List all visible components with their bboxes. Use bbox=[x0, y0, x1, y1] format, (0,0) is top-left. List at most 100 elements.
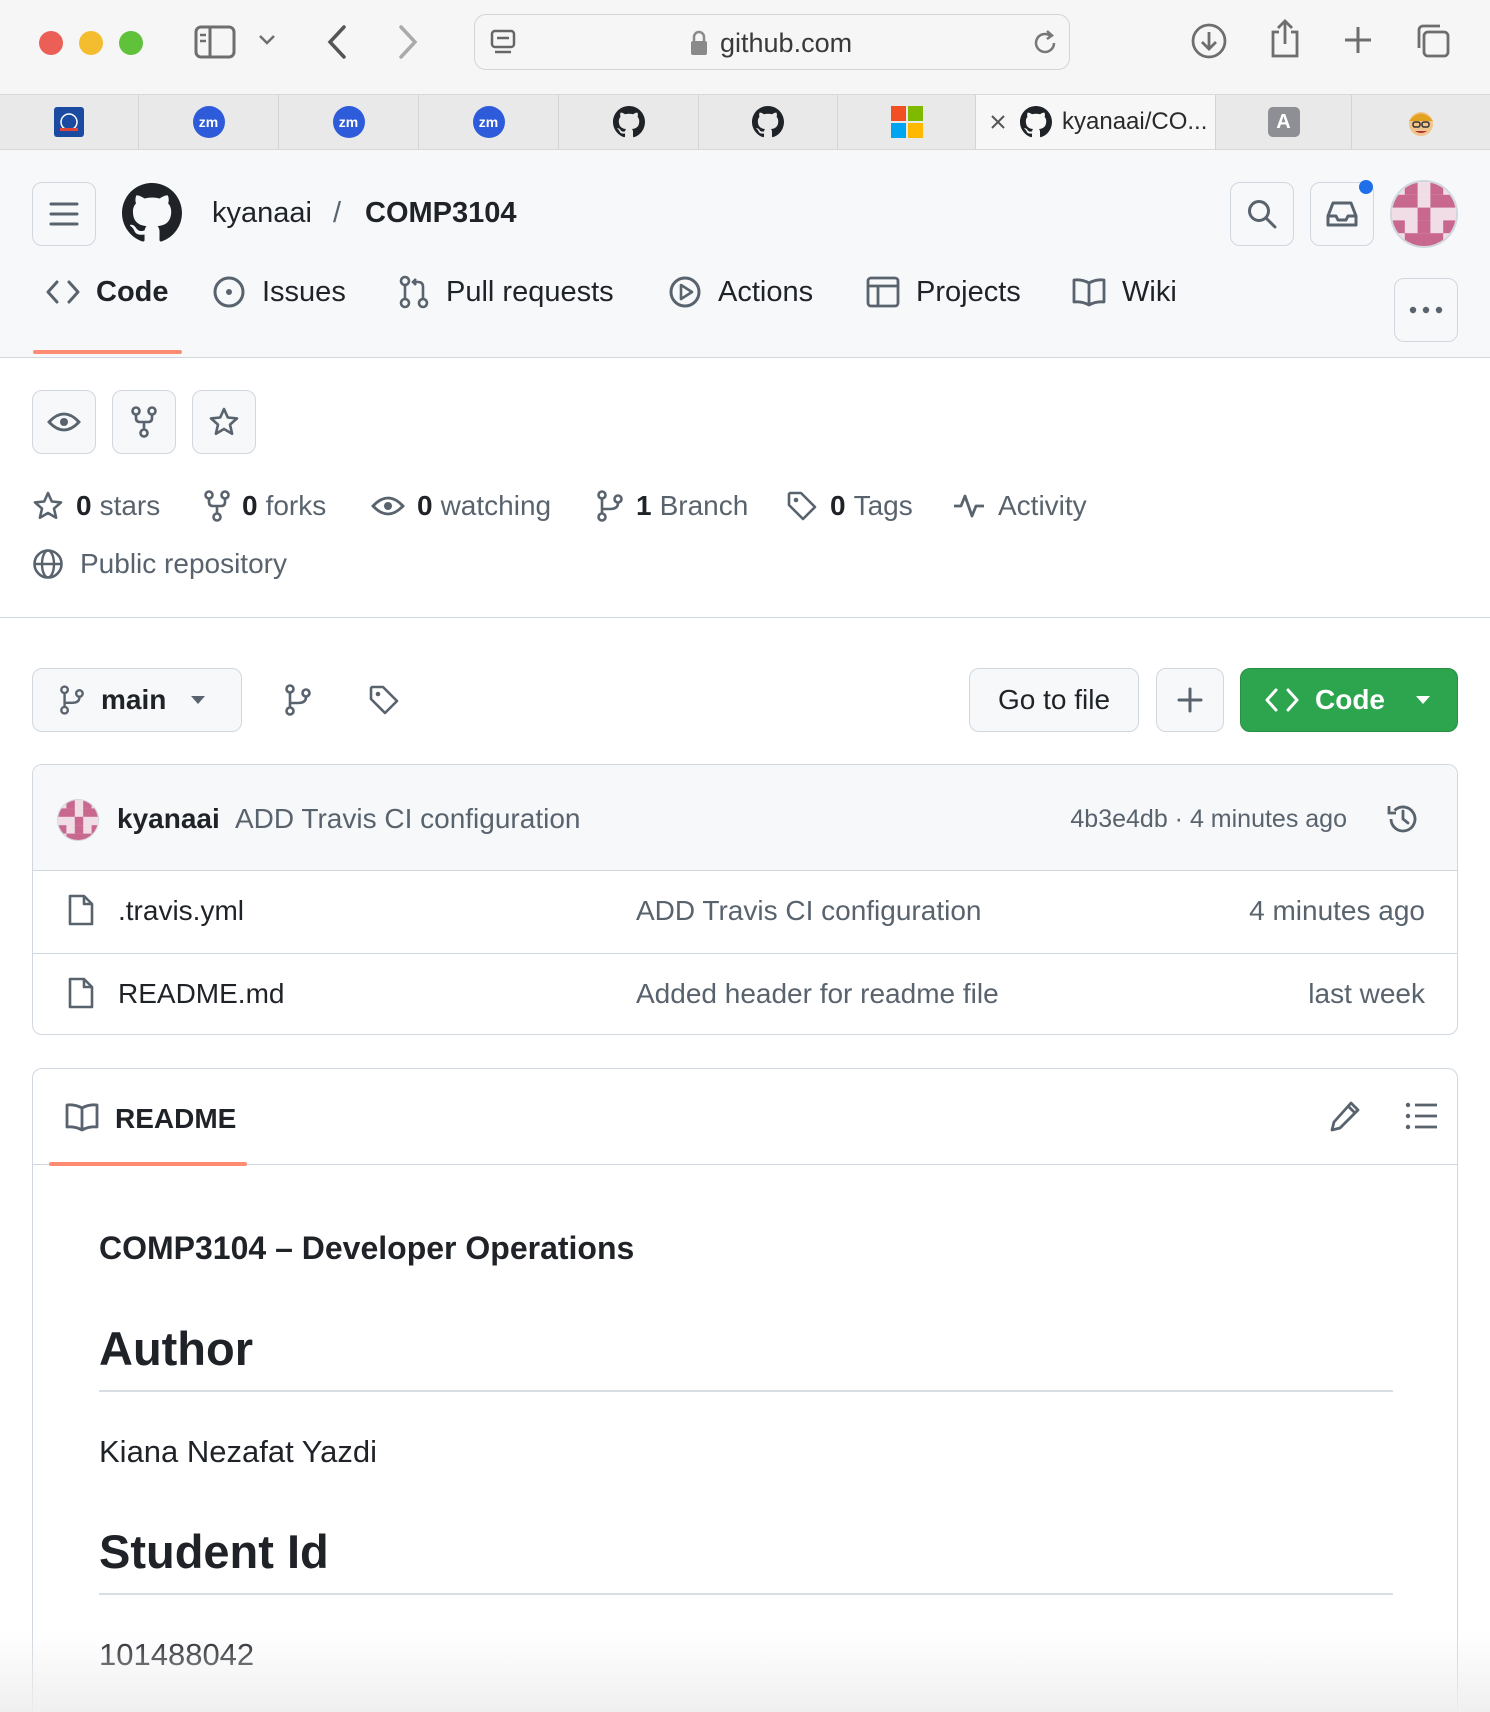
branches-link[interactable]: 1 Branch bbox=[596, 490, 748, 522]
commit-author-avatar[interactable] bbox=[57, 799, 99, 841]
reload-icon[interactable] bbox=[1031, 28, 1059, 58]
book-icon bbox=[65, 1102, 99, 1132]
commit-author[interactable]: kyanaai bbox=[117, 803, 220, 835]
code-dropdown-button[interactable]: Code bbox=[1240, 668, 1458, 732]
commit-message[interactable]: ADD Travis CI configuration bbox=[235, 803, 580, 835]
commit-hash-time[interactable]: 4b3e4db · 4 minutes ago bbox=[1070, 805, 1347, 834]
tab-projects-label: Projects bbox=[916, 275, 1021, 308]
activity-link[interactable]: Activity bbox=[952, 490, 1087, 522]
readme-tab[interactable]: README bbox=[115, 1103, 236, 1135]
menu-button[interactable] bbox=[32, 182, 96, 246]
tab-zoom-3[interactable]: zm bbox=[419, 95, 559, 149]
search-button[interactable] bbox=[1230, 182, 1294, 246]
latest-commit-row: kyanaai ADD Travis CI configuration 4b3e… bbox=[33, 765, 1457, 871]
tab-zoom-1[interactable]: zm bbox=[139, 95, 279, 149]
fork-icon bbox=[131, 406, 157, 438]
close-tab-icon[interactable] bbox=[990, 114, 1006, 130]
zoom-favicon: zm bbox=[332, 106, 365, 138]
list-outline-icon[interactable] bbox=[1405, 1101, 1439, 1131]
watching-link[interactable]: 0 watching bbox=[371, 490, 551, 522]
pulse-icon bbox=[954, 494, 984, 518]
tab-projects[interactable]: Projects bbox=[866, 270, 1021, 314]
branches-icon[interactable] bbox=[284, 684, 312, 716]
history-icon[interactable] bbox=[1385, 801, 1421, 837]
tab-wiki[interactable]: Wiki bbox=[1072, 270, 1177, 314]
tab-actions[interactable]: Actions bbox=[668, 270, 813, 314]
tags-label: Tags bbox=[853, 490, 913, 521]
tag-icon bbox=[787, 491, 817, 521]
tab-georgebrown[interactable] bbox=[0, 95, 139, 149]
file-time: last week bbox=[1308, 978, 1425, 1009]
download-icon[interactable] bbox=[1190, 22, 1228, 60]
visibility-label: Public repository bbox=[80, 548, 287, 579]
play-icon bbox=[669, 276, 701, 308]
hamburger-icon bbox=[49, 202, 79, 226]
zoom-favicon: zm bbox=[472, 106, 505, 138]
forks-link[interactable]: 0 forks bbox=[204, 490, 326, 522]
minimize-window-button[interactable] bbox=[79, 31, 103, 55]
pencil-icon[interactable] bbox=[1329, 1099, 1361, 1133]
tab-active-github[interactable]: kyanaai/CO... bbox=[976, 95, 1216, 149]
share-icon[interactable] bbox=[1268, 18, 1302, 60]
section-divider bbox=[0, 617, 1490, 618]
tags-count: 0 bbox=[830, 490, 846, 521]
tags-link[interactable]: 0 Tags bbox=[786, 490, 913, 522]
go-to-file-button[interactable]: Go to file bbox=[969, 668, 1139, 732]
new-tab-icon[interactable] bbox=[1342, 24, 1374, 56]
tab-avatar[interactable] bbox=[1352, 95, 1490, 149]
file-time: 4 minutes ago bbox=[1249, 895, 1425, 926]
zoom-window-button[interactable] bbox=[119, 31, 143, 55]
fork-button[interactable] bbox=[112, 390, 176, 454]
eye-icon bbox=[47, 412, 81, 432]
stars-link[interactable]: 0 stars bbox=[32, 490, 160, 522]
tab-a[interactable]: A bbox=[1216, 95, 1352, 149]
forks-count: 0 bbox=[242, 490, 258, 521]
file-row[interactable]: README.md Added header for readme file l… bbox=[33, 953, 1457, 1034]
tag-icon[interactable] bbox=[368, 684, 400, 716]
character-favicon bbox=[1409, 112, 1433, 136]
readme-heading-author: Author bbox=[99, 1321, 1393, 1392]
branch-select-button[interactable]: main bbox=[32, 668, 242, 732]
user-avatar[interactable] bbox=[1390, 180, 1458, 248]
pull-request-icon bbox=[399, 275, 429, 309]
readme-panel: README COMP3104 – Developer Operations A… bbox=[32, 1068, 1458, 1712]
file-commit-message[interactable]: Added header for readme file bbox=[636, 978, 999, 1010]
breadcrumb-separator: / bbox=[333, 197, 342, 229]
zoom-favicon: zm bbox=[192, 106, 225, 138]
star-icon bbox=[33, 491, 63, 519]
tab-zoom-2[interactable]: zm bbox=[279, 95, 419, 149]
tab-pull-requests[interactable]: Pull requests bbox=[398, 270, 614, 314]
add-file-button[interactable] bbox=[1156, 668, 1224, 732]
file-list: kyanaai ADD Travis CI configuration 4b3e… bbox=[32, 764, 1458, 1035]
page-settings-icon[interactable] bbox=[489, 27, 519, 57]
repo-name-link[interactable]: COMP3104 bbox=[365, 197, 517, 230]
file-commit-message[interactable]: ADD Travis CI configuration bbox=[636, 895, 981, 927]
github-logo-icon[interactable] bbox=[122, 183, 182, 243]
tab-microsoft[interactable] bbox=[838, 95, 976, 149]
repo-owner-link[interactable]: kyanaai bbox=[212, 197, 312, 230]
activity-label: Activity bbox=[998, 490, 1087, 521]
watch-button[interactable] bbox=[32, 390, 96, 454]
tab-github-2[interactable] bbox=[699, 95, 838, 149]
address-bar[interactable]: github.com bbox=[474, 14, 1070, 70]
branch-count: 1 bbox=[636, 490, 652, 521]
tab-issues[interactable]: Issues bbox=[212, 270, 346, 314]
close-window-button[interactable] bbox=[39, 31, 63, 55]
back-arrow-icon[interactable] bbox=[326, 24, 348, 60]
file-name[interactable]: .travis.yml bbox=[118, 895, 244, 927]
file-row[interactable]: .travis.yml ADD Travis CI configuration … bbox=[33, 871, 1457, 953]
file-name[interactable]: README.md bbox=[118, 978, 284, 1010]
tab-github-1[interactable] bbox=[559, 95, 699, 149]
sidebar-toggle-icon[interactable] bbox=[194, 24, 236, 60]
chevron-down-icon[interactable] bbox=[258, 34, 276, 46]
tab-overview-icon[interactable] bbox=[1414, 22, 1452, 60]
star-button[interactable] bbox=[192, 390, 256, 454]
forward-arrow-icon[interactable] bbox=[397, 24, 419, 60]
more-nav-button[interactable] bbox=[1394, 278, 1458, 342]
tab-bar: zm zm zm kyanaai/CO... A bbox=[0, 94, 1490, 150]
triangle-down-icon bbox=[1416, 696, 1430, 704]
watching-count: 0 bbox=[417, 490, 433, 521]
url-text: github.com bbox=[720, 28, 853, 58]
file-icon bbox=[67, 976, 95, 1010]
tab-code[interactable]: Code bbox=[46, 270, 169, 314]
